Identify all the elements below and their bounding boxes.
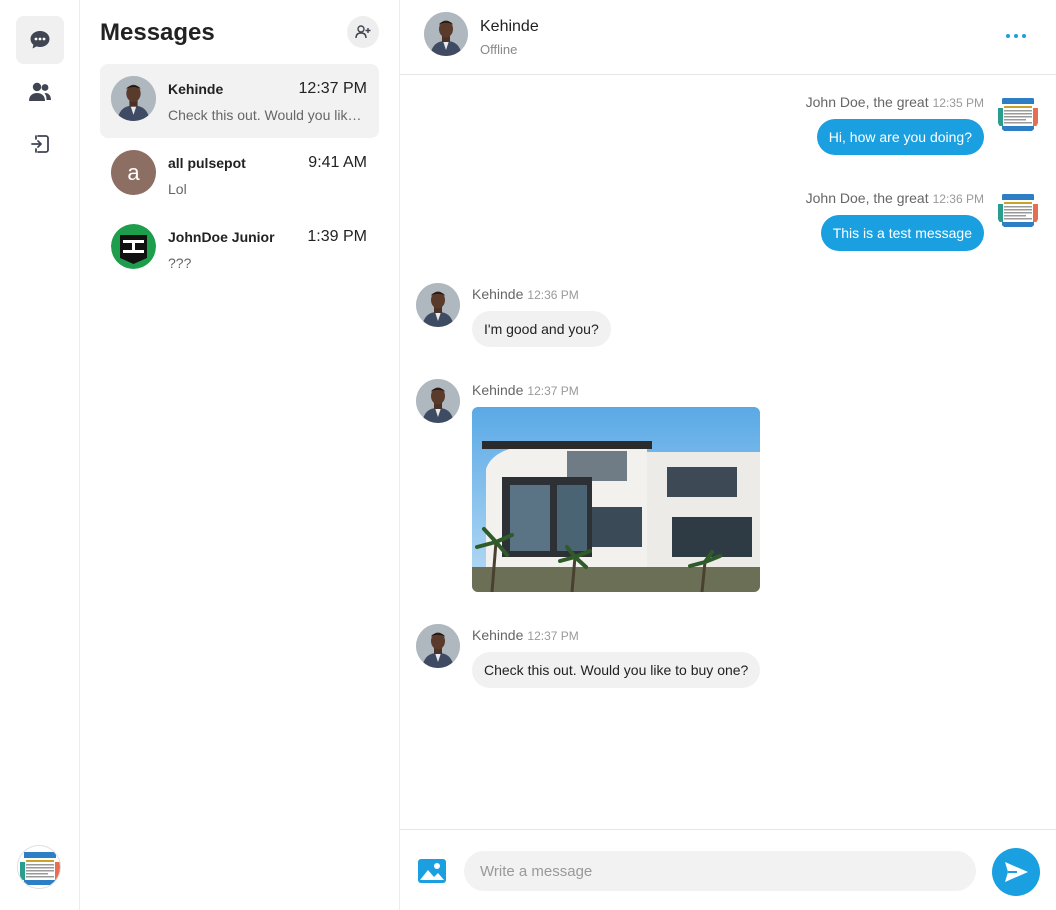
message-sender: John Doe, the great — [805, 190, 929, 206]
image-icon — [418, 859, 446, 883]
avatar — [996, 188, 1040, 232]
chat-header: Kehinde Offline — [400, 0, 1056, 75]
message-sender: Kehinde — [472, 286, 524, 302]
message-meta: Kehinde 12:36 PM — [472, 286, 579, 302]
conversation-item[interactable]: Kehinde 12:37 PM Check this out. Would y… — [100, 64, 379, 138]
avatar — [996, 92, 1040, 136]
more-dots-icon — [1022, 34, 1026, 38]
conversation-name: JohnDoe Junior — [168, 229, 275, 245]
conversation-preview: ??? — [168, 255, 192, 271]
conversation-item[interactable]: JohnDoe Junior 1:39 PM ??? — [100, 212, 379, 286]
group-logo-icon — [111, 224, 156, 269]
message-meta: John Doe, the great 12:35 PM — [806, 94, 984, 110]
message-bubble: This is a test message — [820, 215, 984, 251]
message-time: 12:37 PM — [527, 384, 579, 398]
users-icon — [29, 82, 51, 101]
message-bubble: I'm good and you? — [472, 311, 611, 347]
attach-image-button[interactable] — [417, 858, 447, 884]
message-meta: Kehinde 12:37 PM — [472, 382, 579, 398]
conversation-time: 1:39 PM — [307, 228, 367, 245]
message-time: 12:35 PM — [932, 96, 984, 110]
message-meta: John Doe, the great 12:36 PM — [806, 190, 984, 206]
message-bubble: Check this out. Would you like to buy on… — [472, 652, 761, 688]
conversation-item[interactable]: a all pulsepot 9:41 AM Lol — [100, 138, 379, 212]
conversation-time: 9:41 AM — [308, 154, 367, 171]
avatar: a — [111, 150, 156, 195]
contacts-nav-button[interactable] — [16, 68, 64, 116]
conversation-name: Kehinde — [168, 81, 224, 97]
message-input[interactable] — [464, 851, 976, 891]
message-sender: Kehinde — [472, 627, 524, 643]
message-time: 12:36 PM — [527, 288, 579, 302]
avatar — [416, 283, 460, 327]
message-sender: Kehinde — [472, 382, 524, 398]
message-image-attachment[interactable] — [472, 407, 760, 592]
current-user-avatar[interactable] — [17, 845, 61, 889]
add-contact-button[interactable] — [347, 16, 379, 48]
message-time: 12:36 PM — [932, 192, 984, 206]
avatar — [111, 224, 156, 269]
logout-icon — [31, 135, 49, 153]
chat-bubble-icon — [30, 31, 50, 49]
conversations-panel: Messages Kehinde 12:37 PM Check this out… — [80, 0, 400, 910]
message-sender: John Doe, the great — [805, 94, 929, 110]
house-photo — [472, 407, 760, 592]
chat-panel: Kehinde Offline John Doe, the great 12:35… — [400, 0, 1056, 910]
left-rail — [0, 0, 80, 910]
conversation-preview: Lol — [168, 181, 187, 197]
avatar — [111, 76, 156, 121]
more-dots-icon — [1006, 34, 1010, 38]
page-title: Messages — [100, 19, 215, 46]
send-icon — [1005, 862, 1028, 882]
contact-status: Offline — [480, 42, 518, 57]
conversation-time: 12:37 PM — [298, 80, 367, 97]
send-button[interactable] — [992, 848, 1040, 896]
message-meta: Kehinde 12:37 PM — [472, 627, 579, 643]
avatar — [416, 624, 460, 668]
chats-nav-button[interactable] — [16, 16, 64, 64]
message-time: 12:37 PM — [527, 629, 579, 643]
avatar — [416, 379, 460, 423]
conversation-name: all pulsepot — [168, 155, 246, 171]
add-contact-icon — [355, 25, 371, 39]
contact-name: Kehinde — [480, 18, 539, 35]
more-options-button[interactable] — [1000, 24, 1032, 48]
avatar[interactable] — [424, 12, 468, 56]
message-composer — [400, 829, 1056, 910]
more-dots-icon — [1014, 34, 1018, 38]
message-bubble: Hi, how are you doing? — [816, 119, 984, 155]
logout-nav-button[interactable] — [16, 120, 64, 168]
conversation-preview: Check this out. Would you like to buy on… — [168, 107, 368, 123]
